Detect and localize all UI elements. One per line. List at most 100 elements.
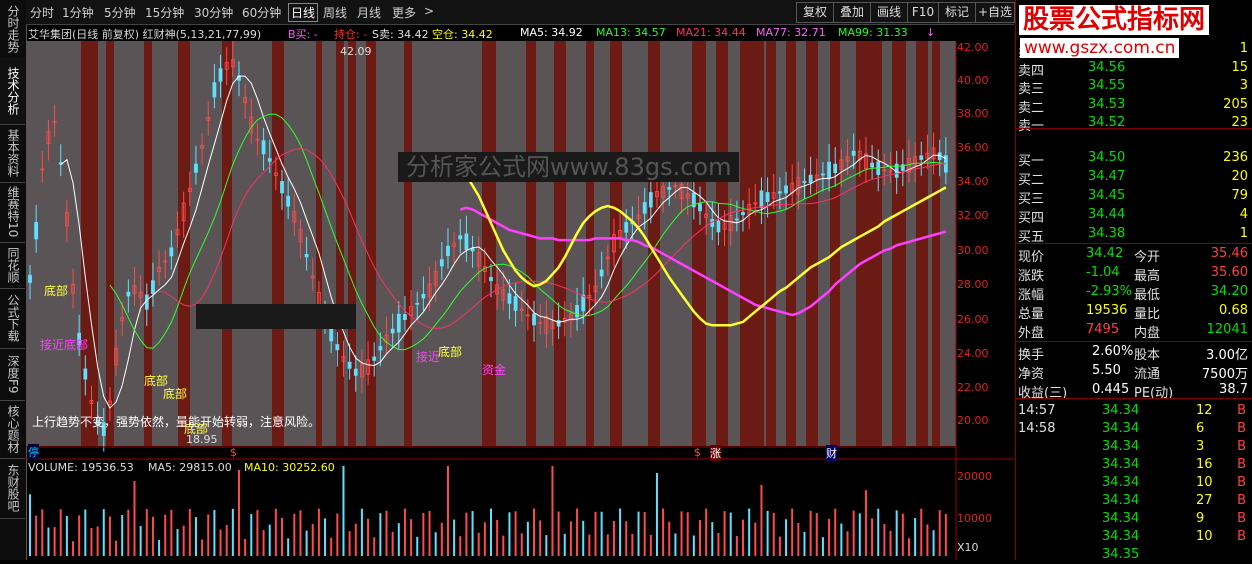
tab-core-theme[interactable]: 核心题材	[0, 400, 25, 459]
kline-chart[interactable]	[26, 41, 1014, 560]
volume-ma5: MA5: 29815.00	[148, 461, 232, 474]
tab-guba[interactable]: 东财股吧	[0, 458, 25, 519]
price-tick: 34.00	[957, 175, 989, 188]
tab-depth-f9[interactable]: 深度F9	[0, 348, 25, 401]
s-sell-value: S卖: 34.42	[372, 28, 429, 41]
tick-price: 34.34	[1102, 403, 1140, 418]
buy-book: 买一 34.50 236 买二 34.47 20 买三 34.45 79 买四 34.44 4 买五 34…	[1016, 146, 1252, 246]
dividend-marker[interactable]: $	[694, 446, 701, 459]
candle-body	[212, 82, 217, 98]
candle-body	[286, 195, 291, 207]
period-intraday[interactable]: 分时	[30, 4, 54, 21]
candle-body	[642, 202, 647, 214]
candle-body	[83, 368, 88, 380]
stat-value: 35.60	[1210, 265, 1248, 280]
near-bottom-label: 接近底部	[40, 338, 89, 352]
limit-up-marker[interactable]: 涨	[710, 445, 721, 461]
tick-row: 34.34 9 B	[1016, 510, 1252, 528]
tick-row: 34.34 27 B	[1016, 492, 1252, 510]
sell-level[interactable]: 卖三 34.55 3	[1016, 77, 1252, 97]
tab-intraday[interactable]: 分时走势	[0, 0, 25, 59]
empty-position-value: 空仓: 34.42	[432, 28, 493, 41]
draw-button[interactable]: 画线	[870, 2, 908, 23]
buy-level[interactable]: 买一 34.50 236	[1016, 149, 1252, 169]
order-volume: 205	[1223, 96, 1248, 112]
tab-formula-download[interactable]: 公式下载	[0, 288, 25, 349]
candle-body	[532, 313, 536, 326]
fund-label: 换手	[1018, 348, 1045, 363]
b-buy-value: B买: -	[288, 28, 318, 41]
order-volume: 15	[1231, 59, 1248, 75]
tab-weisaite[interactable]: 维赛特10	[0, 182, 25, 243]
tick-list[interactable]: 14:57 34.34 12 B 14:58 34.34 6 B 34.34 3 B 34.34 16 B…	[1016, 401, 1252, 562]
suspend-marker[interactable]: 停	[28, 444, 39, 460]
period-daily[interactable]: 日线	[288, 3, 319, 22]
order-volume: 20	[1231, 169, 1248, 184]
tab-technical[interactable]: 技术分析	[0, 58, 25, 125]
order-price: 34.56	[1088, 59, 1126, 75]
candle-body	[396, 313, 401, 333]
buy-level[interactable]: 买五 34.38 1	[1016, 225, 1252, 245]
tick-volume: 27	[1196, 493, 1213, 508]
sell-level[interactable]: 卖二 34.53 205	[1016, 96, 1252, 116]
red-band	[856, 41, 882, 446]
candle-body	[599, 269, 604, 277]
order-label: 卖三	[1018, 82, 1045, 97]
candle-body	[513, 296, 518, 311]
tick-price: 34.34	[1102, 529, 1140, 544]
candle-body	[415, 302, 420, 305]
quote-stat-row: 外盘 7495 内盘 12041	[1016, 321, 1252, 341]
chevron-right-icon[interactable]: >	[424, 4, 434, 18]
candle-body	[802, 181, 807, 183]
dividend-marker[interactable]: $	[230, 446, 237, 459]
order-label: 卖一	[1018, 119, 1045, 134]
period-30min[interactable]: 30分钟	[194, 4, 233, 21]
overlay-button[interactable]: 叠加	[833, 2, 871, 23]
tick-row: 34.34 10 B	[1016, 474, 1252, 492]
tick-row: 14:58 34.34 6 B	[1016, 420, 1252, 438]
volume-tick: 10000	[957, 512, 992, 525]
red-band	[766, 41, 776, 446]
candle-body	[347, 361, 352, 369]
stat-label: 量比	[1134, 307, 1161, 322]
period-60min[interactable]: 60分钟	[242, 4, 281, 21]
order-price: 34.55	[1088, 78, 1126, 93]
candle-body	[851, 150, 856, 156]
candle-body	[667, 187, 672, 190]
adjust-button[interactable]: 复权	[796, 2, 834, 23]
stat-label: 涨幅	[1018, 288, 1045, 303]
period-5min[interactable]: 5分钟	[104, 4, 136, 21]
order-price: 34.50	[1088, 150, 1126, 165]
mark-button[interactable]: 标记	[938, 2, 976, 23]
buy-level[interactable]: 买二 34.47 20	[1016, 168, 1252, 188]
period-1min[interactable]: 1分钟	[62, 4, 94, 21]
tab-profile[interactable]: 基本资料	[0, 124, 25, 183]
candle-body	[421, 293, 426, 299]
order-label: 买二	[1018, 173, 1045, 188]
tab-tonghuashun[interactable]: 同花顺	[0, 242, 25, 289]
order-price: 34.38	[1088, 226, 1126, 241]
candle-body	[261, 140, 266, 155]
sell-level[interactable]: 卖四 34.56 15	[1016, 59, 1252, 79]
candle-body	[267, 158, 272, 162]
sell-level[interactable]: 卖一 34.52 23	[1016, 114, 1252, 134]
fund-value: 2.60%	[1092, 344, 1134, 359]
stat-label: 最低	[1134, 288, 1161, 303]
candle-body	[403, 314, 407, 320]
period-weekly[interactable]: 周线	[323, 4, 347, 21]
buy-level[interactable]: 买三 34.45 79	[1016, 187, 1252, 207]
volume-bars	[29, 466, 947, 556]
red-band	[932, 41, 940, 446]
buy-level[interactable]: 买四 34.44 4	[1016, 206, 1252, 226]
period-more[interactable]: 更多	[392, 4, 416, 21]
period-monthly[interactable]: 月线	[357, 4, 381, 21]
finance-marker[interactable]: 财	[826, 445, 837, 461]
f10-button[interactable]: F10	[907, 2, 939, 23]
candle-body	[808, 174, 813, 184]
price-tick: 42.00	[957, 41, 989, 54]
add-watchlist-button[interactable]: +自选	[975, 2, 1015, 23]
site-logo: 股票公式指标网	[1019, 5, 1210, 35]
tick-volume: 10	[1196, 475, 1213, 490]
order-volume: 236	[1223, 150, 1248, 165]
period-15min[interactable]: 15分钟	[145, 4, 184, 21]
